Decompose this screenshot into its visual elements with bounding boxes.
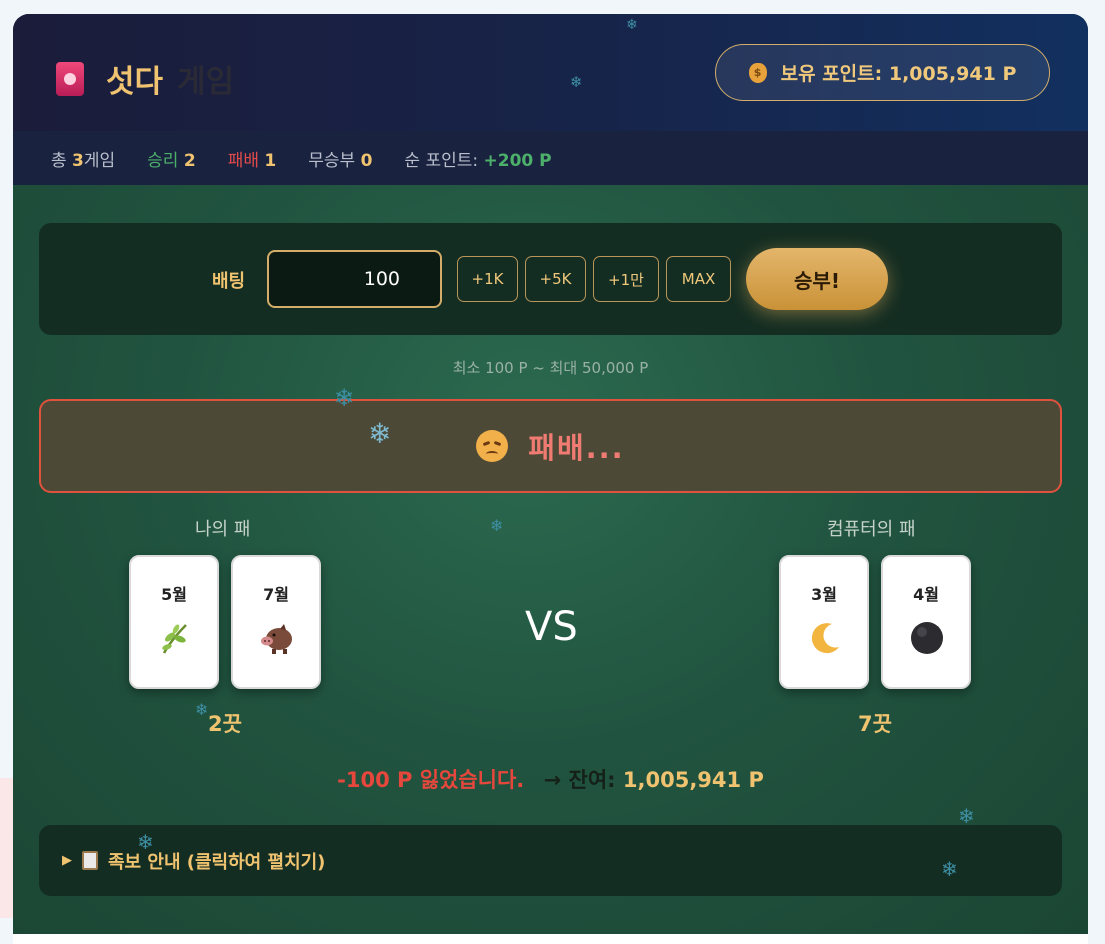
iris-leaf-icon xyxy=(162,624,187,654)
hand-ranking-guide-toggle[interactable]: ▶ 족보 안내 (클릭하여 펼치기) xyxy=(39,825,1062,896)
card-month: 5월 xyxy=(161,585,187,604)
player-hand-label: 나의 패 xyxy=(195,519,251,540)
points-label: 보유 포인트: 1,005,941 P xyxy=(780,63,1017,85)
snowflake-icon: ❄ xyxy=(941,857,958,881)
balance-label: 잔여: xyxy=(568,768,616,792)
result-text: 패배... xyxy=(528,431,625,465)
header: 섯다 게임 $ 보유 포인트: 1,005,941 P xyxy=(13,14,1088,131)
bet-panel: 배팅 +1K +5K +1만 MAX 승부! xyxy=(39,223,1062,335)
outcome-message: -100 P 잃었습니다. → 잔여: 1,005,941 P xyxy=(13,764,1088,794)
player-card-1: 5월 xyxy=(129,555,219,689)
card-month: 4월 xyxy=(913,585,939,604)
title-main: 섯다 xyxy=(106,64,164,100)
bottom-strip xyxy=(13,934,1088,944)
add-10k-button[interactable]: +1만 xyxy=(593,256,659,302)
player-card-2: 7월 xyxy=(231,555,321,689)
stats-bar: 총 3게임 승리 2 패배 1 무승부 0 순 포인트: +200 P xyxy=(13,131,1088,185)
computer-score: 7끗 xyxy=(858,712,892,736)
add-5k-button[interactable]: +5K xyxy=(525,256,586,302)
sad-face-icon xyxy=(476,430,509,462)
snowflake-icon: ❄ xyxy=(334,384,355,412)
boar-icon xyxy=(261,624,292,654)
computer-hand-label: 컴퓨터의 패 xyxy=(827,519,916,540)
snowflake-icon: ❄ xyxy=(368,417,392,450)
stat-total: 총 3게임 xyxy=(51,150,116,171)
sutda-app: 섯다 게임 $ 보유 포인트: 1,005,941 P 총 3게임 승리 2 패… xyxy=(13,14,1088,934)
snowflake-icon: ❄ xyxy=(195,700,209,719)
vs-label: VS xyxy=(525,604,578,650)
add-1k-button[interactable]: +1K xyxy=(457,256,518,302)
stat-draw: 무승부 0 xyxy=(308,150,373,171)
crescent-moon-icon xyxy=(811,623,839,654)
bet-range-note: 최소 100 P ~ 최대 50,000 P xyxy=(452,359,649,377)
stat-net: 순 포인트: +200 P xyxy=(404,150,552,171)
result-banner: 패배... xyxy=(39,399,1062,493)
black-circle-icon xyxy=(911,622,943,654)
stat-lose: 패배 1 xyxy=(227,150,277,171)
flower-card-icon xyxy=(56,61,84,96)
computer-card-2: 4월 xyxy=(881,555,971,689)
clipboard-icon xyxy=(82,851,98,870)
expand-triangle-icon: ▶ xyxy=(62,853,72,868)
snowflake-icon: ❄ xyxy=(137,830,154,854)
card-month: 3월 xyxy=(811,585,837,604)
card-month: 7월 xyxy=(263,585,289,604)
background-edge xyxy=(0,778,14,918)
title-sub: 게임 xyxy=(177,64,235,100)
balance-value: 1,005,941 P xyxy=(622,768,764,792)
snowflake-icon: ❄ xyxy=(570,73,583,91)
snowflake-icon: ❄ xyxy=(958,804,975,828)
max-bet-button[interactable]: MAX xyxy=(666,256,731,302)
arrow-icon: → xyxy=(543,768,562,792)
bet-label: 배팅 xyxy=(212,271,246,292)
money-bag-icon: $ xyxy=(748,62,767,83)
player-score: 2끗 xyxy=(208,712,242,736)
snowflake-icon: ❄ xyxy=(626,17,638,33)
loss-text: -100 P 잃었습니다. xyxy=(337,768,525,792)
points-badge: $ 보유 포인트: 1,005,941 P xyxy=(715,44,1050,101)
stat-win: 승리 2 xyxy=(147,150,196,171)
bet-amount-input[interactable] xyxy=(267,250,442,308)
page-title: 섯다 게임 xyxy=(56,56,234,101)
snowflake-icon: ❄ xyxy=(490,516,504,535)
play-button[interactable]: 승부! xyxy=(746,248,888,310)
computer-card-1: 3월 xyxy=(779,555,869,689)
